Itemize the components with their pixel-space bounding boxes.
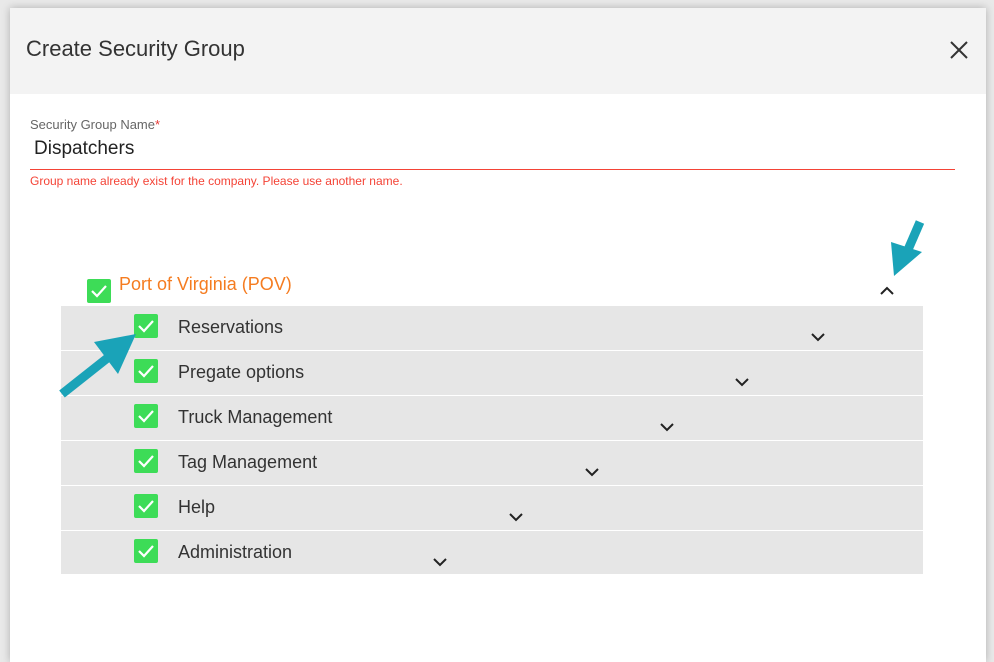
check-icon (138, 365, 154, 378)
chevron-down-icon[interactable] (430, 555, 450, 569)
chevron-up-icon (880, 286, 894, 295)
check-icon (138, 410, 154, 423)
item-label: Tag Management (178, 452, 318, 472)
chevron-down-icon[interactable] (808, 330, 828, 344)
item-checkbox[interactable] (134, 449, 158, 473)
chevron-down-icon[interactable] (732, 375, 752, 389)
check-icon (138, 545, 154, 558)
group-checkbox[interactable] (87, 279, 111, 303)
security-group-name-label: Security Group Name* (30, 117, 161, 132)
list-item-help[interactable]: Help (61, 486, 923, 531)
list-item-administration[interactable]: Administration (61, 531, 923, 576)
item-checkbox[interactable] (134, 404, 158, 428)
group-items-panel: Reservations Pregate options Truck Manag… (61, 306, 923, 574)
item-label: Pregate options (178, 362, 305, 382)
required-mark: * (155, 117, 161, 132)
list-item-pregate-options[interactable]: Pregate options (61, 351, 923, 396)
chevron-down-icon[interactable] (506, 510, 526, 524)
annotation-arrow-icon (891, 220, 925, 276)
list-item-truck-management[interactable]: Truck Management (61, 396, 923, 441)
item-label: Truck Management (178, 407, 333, 427)
security-group-name-input[interactable] (34, 138, 934, 160)
error-message: Group name already exist for the company… (30, 174, 403, 188)
check-icon (138, 455, 154, 468)
item-checkbox[interactable] (134, 494, 158, 518)
close-button[interactable] (947, 38, 971, 62)
list-item-tag-management[interactable]: Tag Management (61, 441, 923, 486)
chevron-down-icon[interactable] (582, 465, 602, 479)
check-icon (138, 320, 154, 333)
collapse-group-button[interactable] (876, 283, 898, 299)
item-label: Reservations (178, 317, 284, 337)
input-underline (30, 169, 955, 170)
annotation-arrow-icon (59, 334, 136, 398)
item-checkbox[interactable] (134, 539, 158, 563)
list-item-reservations[interactable]: Reservations (61, 306, 923, 351)
check-icon (138, 500, 154, 513)
item-label: Administration (178, 542, 293, 562)
item-label: Help (178, 497, 216, 517)
close-icon (950, 41, 968, 59)
dialog-header: Create Security Group (10, 8, 986, 94)
check-icon (91, 285, 107, 298)
dialog-title: Create Security Group (26, 36, 245, 61)
chevron-down-icon[interactable] (657, 420, 677, 434)
group-label[interactable]: Port of Virginia (POV) (119, 274, 292, 295)
